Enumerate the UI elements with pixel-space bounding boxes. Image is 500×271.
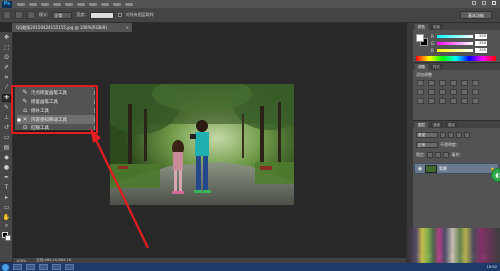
fg-color-swatch[interactable] xyxy=(416,34,424,42)
stamp-tool-icon[interactable]: ⊥ xyxy=(3,115,10,121)
tool-preset-icon[interactable] xyxy=(3,11,11,19)
move-tool-icon[interactable]: ✥ xyxy=(3,35,10,41)
toolbox: ✥ ⬚ ʘ ✐ ⌗ ⁄ ✚ ✎ ⊥ ↺ ▭ ▤ ◆ ● ✒ T ▸ ▭ ✋ ⌕ xyxy=(0,32,13,262)
document-photo[interactable] xyxy=(110,84,294,205)
close-button[interactable] xyxy=(492,1,496,5)
layer-row-background[interactable]: ◉ 背景 🔒 xyxy=(414,163,499,174)
mode-label: 模式: xyxy=(39,12,49,17)
window-controls xyxy=(472,1,496,5)
path-select-tool-icon[interactable]: ▸ xyxy=(3,195,10,201)
document-tab[interactable]: QQ截图20150424155155.jpg @ 100%(RGB/8) × xyxy=(12,23,132,32)
layer-name: 背景 xyxy=(439,165,447,171)
taskbar-item[interactable] xyxy=(13,264,22,270)
taskbar-item[interactable] xyxy=(26,264,35,270)
photoshop-logo: Ps xyxy=(2,0,12,8)
crop-tool-icon[interactable]: ⌗ xyxy=(3,75,10,81)
blend-row: 正常 不透明度: xyxy=(416,141,457,149)
blur-tool-icon[interactable]: ◆ xyxy=(3,155,10,161)
color-spectrum[interactable] xyxy=(416,56,496,61)
hand-tool-icon[interactable]: ✋ xyxy=(3,215,10,221)
color-panel: 颜色 色板 R 255 G 255 B 255 xyxy=(413,23,500,63)
green-slider[interactable]: G 255 xyxy=(431,40,495,47)
options-bar: 模式: 正常 宽度: 对所有图层取样 基本功能 xyxy=(0,8,500,23)
zoom-level[interactable]: 100% xyxy=(16,259,26,263)
type-tool-icon[interactable]: T xyxy=(3,185,10,191)
pen-tool-icon[interactable]: ✒ xyxy=(3,175,10,181)
fill-label: 填充: xyxy=(451,152,461,157)
healing-tool-icon[interactable]: ✚ xyxy=(2,94,11,102)
tab-adjustments[interactable]: 调整 xyxy=(415,64,428,70)
brush-picker-icon[interactable] xyxy=(15,11,23,19)
taskbar-item[interactable] xyxy=(39,264,48,270)
adjustment-buttons[interactable] xyxy=(417,80,480,104)
menu-bar: Ps xyxy=(0,0,500,8)
width-label: 宽度: xyxy=(76,12,86,17)
marquee-tool-icon[interactable]: ⬚ xyxy=(3,45,10,51)
width-input[interactable] xyxy=(89,11,114,19)
dodge-tool-icon[interactable]: ● xyxy=(3,165,10,171)
taskbar-item[interactable] xyxy=(52,264,61,270)
eyedropper-tool-icon[interactable]: ⁄ xyxy=(3,85,10,91)
background-color-swatch[interactable] xyxy=(5,235,11,241)
taskbar-item[interactable] xyxy=(65,264,74,270)
tab-layers[interactable]: 图层 xyxy=(415,122,428,128)
panel-dock-strip xyxy=(406,23,413,263)
tab-styles[interactable]: 样式 xyxy=(430,64,443,70)
lasso-tool-icon[interactable]: ʘ xyxy=(3,55,10,61)
history-brush-tool-icon[interactable]: ↺ xyxy=(3,125,10,131)
tab-color[interactable]: 颜色 xyxy=(415,24,428,30)
photoshop-window: Ps 模式: 正常 宽度: 对所有图层取样 基本功能 QQ截图201504241… xyxy=(0,0,500,271)
gradient-tool-icon[interactable]: ▤ xyxy=(3,145,10,151)
close-tab-icon[interactable]: × xyxy=(126,23,129,32)
adjustments-panel: 调整 样式 添加调整 xyxy=(413,63,500,121)
layer-kind-select[interactable]: 类型 xyxy=(416,132,438,138)
workspace-button[interactable]: 基本功能 xyxy=(460,11,492,19)
minimize-button[interactable] xyxy=(472,1,476,5)
annotation-highlight-box xyxy=(11,85,98,134)
mode-select[interactable]: 正常 xyxy=(52,11,73,19)
floating-assistant-icon[interactable]: ◐ xyxy=(491,168,500,182)
layer-filter-row: 类型 xyxy=(416,131,470,139)
tab-swatches[interactable]: 色板 xyxy=(430,24,443,30)
brush-tool-icon[interactable]: ✎ xyxy=(3,105,10,111)
quick-select-tool-icon[interactable]: ✐ xyxy=(3,65,10,71)
screen-glitch-artifact xyxy=(405,228,500,263)
opacity-label: 不透明度: xyxy=(440,142,458,147)
green-value[interactable]: 255 xyxy=(475,41,487,46)
layer-thumbnail xyxy=(425,164,437,173)
brush-panel-icon[interactable] xyxy=(27,11,35,19)
lock-label: 锁定: xyxy=(416,152,426,157)
red-slider[interactable]: R 255 xyxy=(431,33,495,40)
shape-tool-icon[interactable]: ▭ xyxy=(3,205,10,211)
tab-channels[interactable]: 通道 xyxy=(430,122,443,128)
windows-taskbar: 15:52 xyxy=(0,263,500,271)
start-button[interactable] xyxy=(2,263,9,271)
blend-mode-select[interactable]: 正常 xyxy=(416,142,438,148)
maximize-button[interactable] xyxy=(482,1,486,5)
red-value[interactable]: 255 xyxy=(475,34,487,39)
blue-value[interactable]: 255 xyxy=(475,48,487,53)
tab-paths[interactable]: 路径 xyxy=(445,122,458,128)
taskbar-clock: 15:52 xyxy=(486,265,497,269)
zoom-tool-icon[interactable]: ⌕ xyxy=(3,223,10,229)
menu-items[interactable] xyxy=(17,2,133,6)
lock-row: 锁定: 填充: xyxy=(416,151,461,159)
eraser-tool-icon[interactable]: ▭ xyxy=(3,135,10,141)
document-tab-title: QQ截图20150424155155.jpg @ 100%(RGB/8) xyxy=(16,25,108,30)
eye-icon[interactable]: ◉ xyxy=(417,166,423,172)
adjustments-title: 添加调整 xyxy=(416,72,432,77)
sample-all-layers-label: 对所有图层取样 xyxy=(125,12,154,17)
sample-all-layers-checkbox[interactable] xyxy=(117,13,122,17)
blue-slider[interactable]: B 255 xyxy=(431,47,495,54)
